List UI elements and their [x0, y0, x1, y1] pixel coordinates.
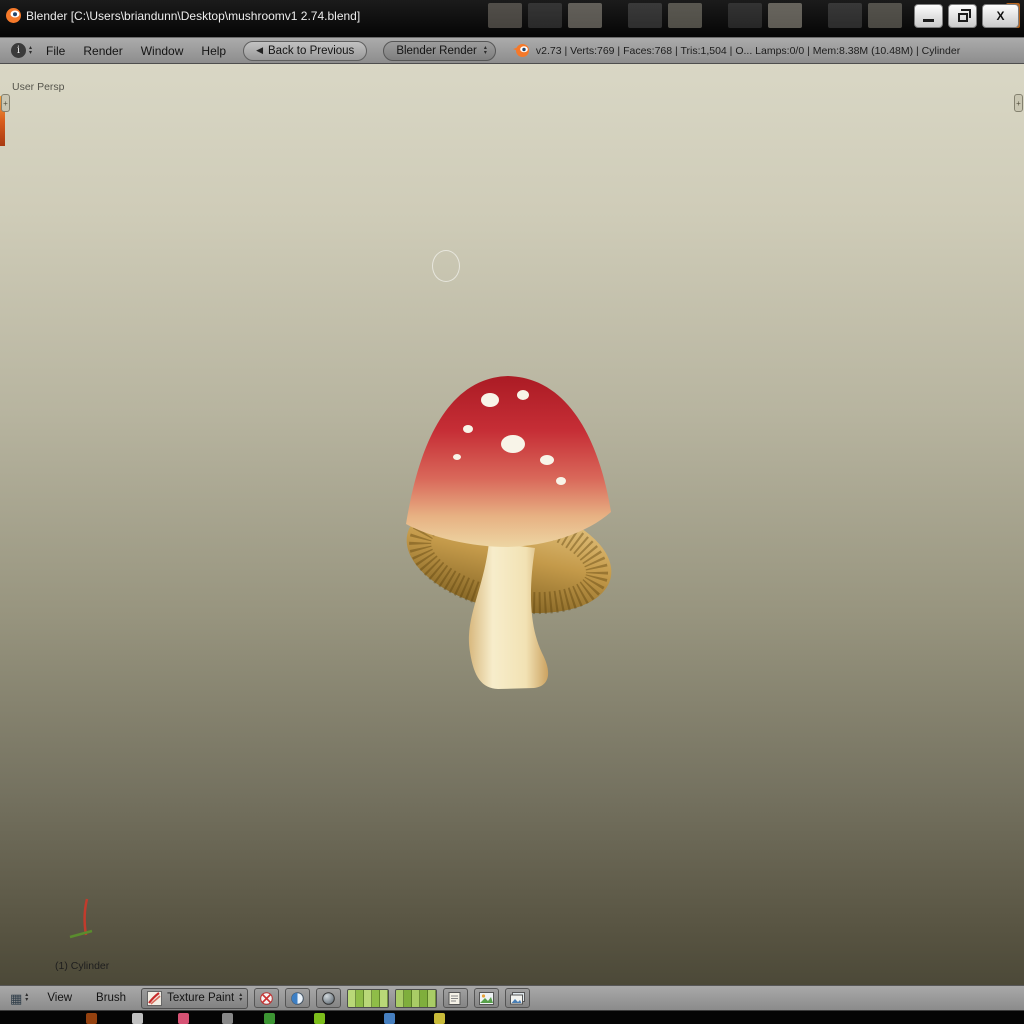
pivot-point-button[interactable] — [254, 988, 279, 1008]
info-header: i ▴▾ File Render Window Help ◀ Back to P… — [0, 37, 1024, 64]
titlebar-thumbnail — [728, 3, 762, 28]
menu-render[interactable]: Render — [74, 41, 131, 61]
gray-sphere-icon — [321, 991, 336, 1006]
blender-window: Blender [C:\Users\briandunn\Desktop\mush… — [0, 0, 1024, 1024]
back-arrow-icon: ◀ — [256, 45, 263, 56]
palette-swatch[interactable] — [356, 990, 364, 1007]
palette-swatch[interactable] — [428, 990, 436, 1007]
menu-file[interactable]: File — [37, 41, 74, 61]
color-palette-2[interactable] — [395, 989, 437, 1008]
titlebar-thumbnail — [628, 3, 662, 28]
mushroom-cap — [406, 376, 611, 547]
titlebar-thumbnail — [668, 3, 702, 28]
taskbar-icon[interactable] — [264, 1013, 275, 1024]
scene-statistics: v2.73 | Verts:769 | Faces:768 | Tris:1,5… — [536, 45, 960, 57]
titlebar-thumbnail — [568, 3, 602, 28]
image-icon — [479, 992, 494, 1005]
titlebar-thumbnail — [828, 3, 862, 28]
area-corner-widget-left[interactable]: + — [1, 94, 10, 112]
image-stack-icon — [510, 992, 525, 1005]
palette-swatch[interactable] — [420, 990, 428, 1007]
titlebar-thumbnail — [488, 3, 522, 28]
minimize-icon — [923, 19, 934, 22]
close-button[interactable]: X — [982, 4, 1019, 28]
interaction-mode-value: Texture Paint — [167, 992, 234, 1004]
chevron-up-down-icon: ▴▾ — [484, 46, 487, 56]
back-to-previous-label: Back to Previous — [268, 45, 354, 57]
palette-swatch[interactable] — [404, 990, 412, 1007]
image-new-button[interactable] — [443, 988, 468, 1008]
viewport-editor-icon: ▦ — [10, 992, 22, 1005]
titlebar-thumbnail — [868, 3, 902, 28]
palette-swatch[interactable] — [412, 990, 420, 1007]
window-titlebar[interactable]: Blender [C:\Users\briandunn\Desktop\mush… — [0, 0, 1024, 37]
menu-view[interactable]: View — [38, 989, 81, 1007]
restore-button[interactable] — [948, 4, 977, 28]
red-target-icon — [259, 991, 274, 1006]
active-object-label: (1) Cylinder — [55, 960, 109, 972]
view-mode-label: User Persp — [12, 81, 65, 93]
mushroom-model[interactable] — [394, 366, 624, 696]
restore-icon — [958, 13, 968, 22]
render-engine-select[interactable]: Blender Render ▴▾ — [383, 41, 496, 61]
render-engine-value: Blender Render — [396, 45, 477, 57]
color-palette-1[interactable] — [347, 989, 389, 1008]
menu-help[interactable]: Help — [192, 41, 235, 61]
window-title: Blender [C:\Users\briandunn\Desktop\mush… — [26, 9, 360, 23]
taskbar-icon[interactable] — [434, 1013, 445, 1024]
axis-gizmo — [62, 893, 108, 939]
minimize-button[interactable] — [914, 4, 943, 28]
blender-app-icon — [5, 7, 22, 24]
palette-swatch[interactable] — [364, 990, 372, 1007]
taskbar-icon[interactable] — [222, 1013, 233, 1024]
titlebar-thumbnail — [768, 3, 802, 28]
menu-brush[interactable]: Brush — [87, 989, 135, 1007]
taskbar-icon[interactable] — [132, 1013, 143, 1024]
texture-paint-icon — [147, 991, 162, 1006]
menu-window[interactable]: Window — [132, 41, 193, 61]
info-editor-icon: i — [11, 43, 26, 58]
interaction-mode-select[interactable]: Texture Paint ▴▾ — [141, 988, 248, 1009]
chevron-up-down-icon: ▴▾ — [239, 993, 242, 1003]
image-browse-button[interactable] — [474, 988, 499, 1008]
taskbar-icon[interactable] — [314, 1013, 325, 1024]
blue-sphere-icon — [290, 991, 305, 1006]
viewport-3d[interactable]: User Persp + + — [0, 64, 1024, 985]
manipulator-button[interactable] — [285, 988, 310, 1008]
area-corner-widget-right[interactable]: + — [1014, 94, 1023, 112]
palette-swatch[interactable] — [348, 990, 356, 1007]
chevron-up-down-icon: ▴▾ — [25, 993, 28, 1003]
brush-cursor — [432, 250, 460, 282]
taskbar-icon[interactable] — [178, 1013, 189, 1024]
blender-logo-icon — [512, 43, 530, 58]
taskbar-icon[interactable] — [86, 1013, 97, 1024]
taskbar-icon[interactable] — [384, 1013, 395, 1024]
viewport-header: ▦ ▴▾ View Brush Texture Paint ▴▾ — [0, 985, 1024, 1011]
palette-swatch[interactable] — [396, 990, 404, 1007]
palette-swatch[interactable] — [380, 990, 388, 1007]
shading-button[interactable] — [316, 988, 341, 1008]
image-save-button[interactable] — [505, 988, 530, 1008]
chevron-up-down-icon: ▴▾ — [29, 46, 32, 56]
page-icon — [448, 992, 463, 1005]
editor-type-select[interactable]: ▦ ▴▾ — [6, 990, 32, 1007]
editor-type-select[interactable]: i ▴▾ — [6, 41, 37, 60]
palette-swatch[interactable] — [372, 990, 380, 1007]
back-to-previous-button[interactable]: ◀ Back to Previous — [243, 41, 367, 61]
windows-taskbar[interactable] — [0, 1011, 1024, 1024]
window-controls: X — [914, 4, 1019, 28]
titlebar-thumbnail — [528, 3, 562, 28]
